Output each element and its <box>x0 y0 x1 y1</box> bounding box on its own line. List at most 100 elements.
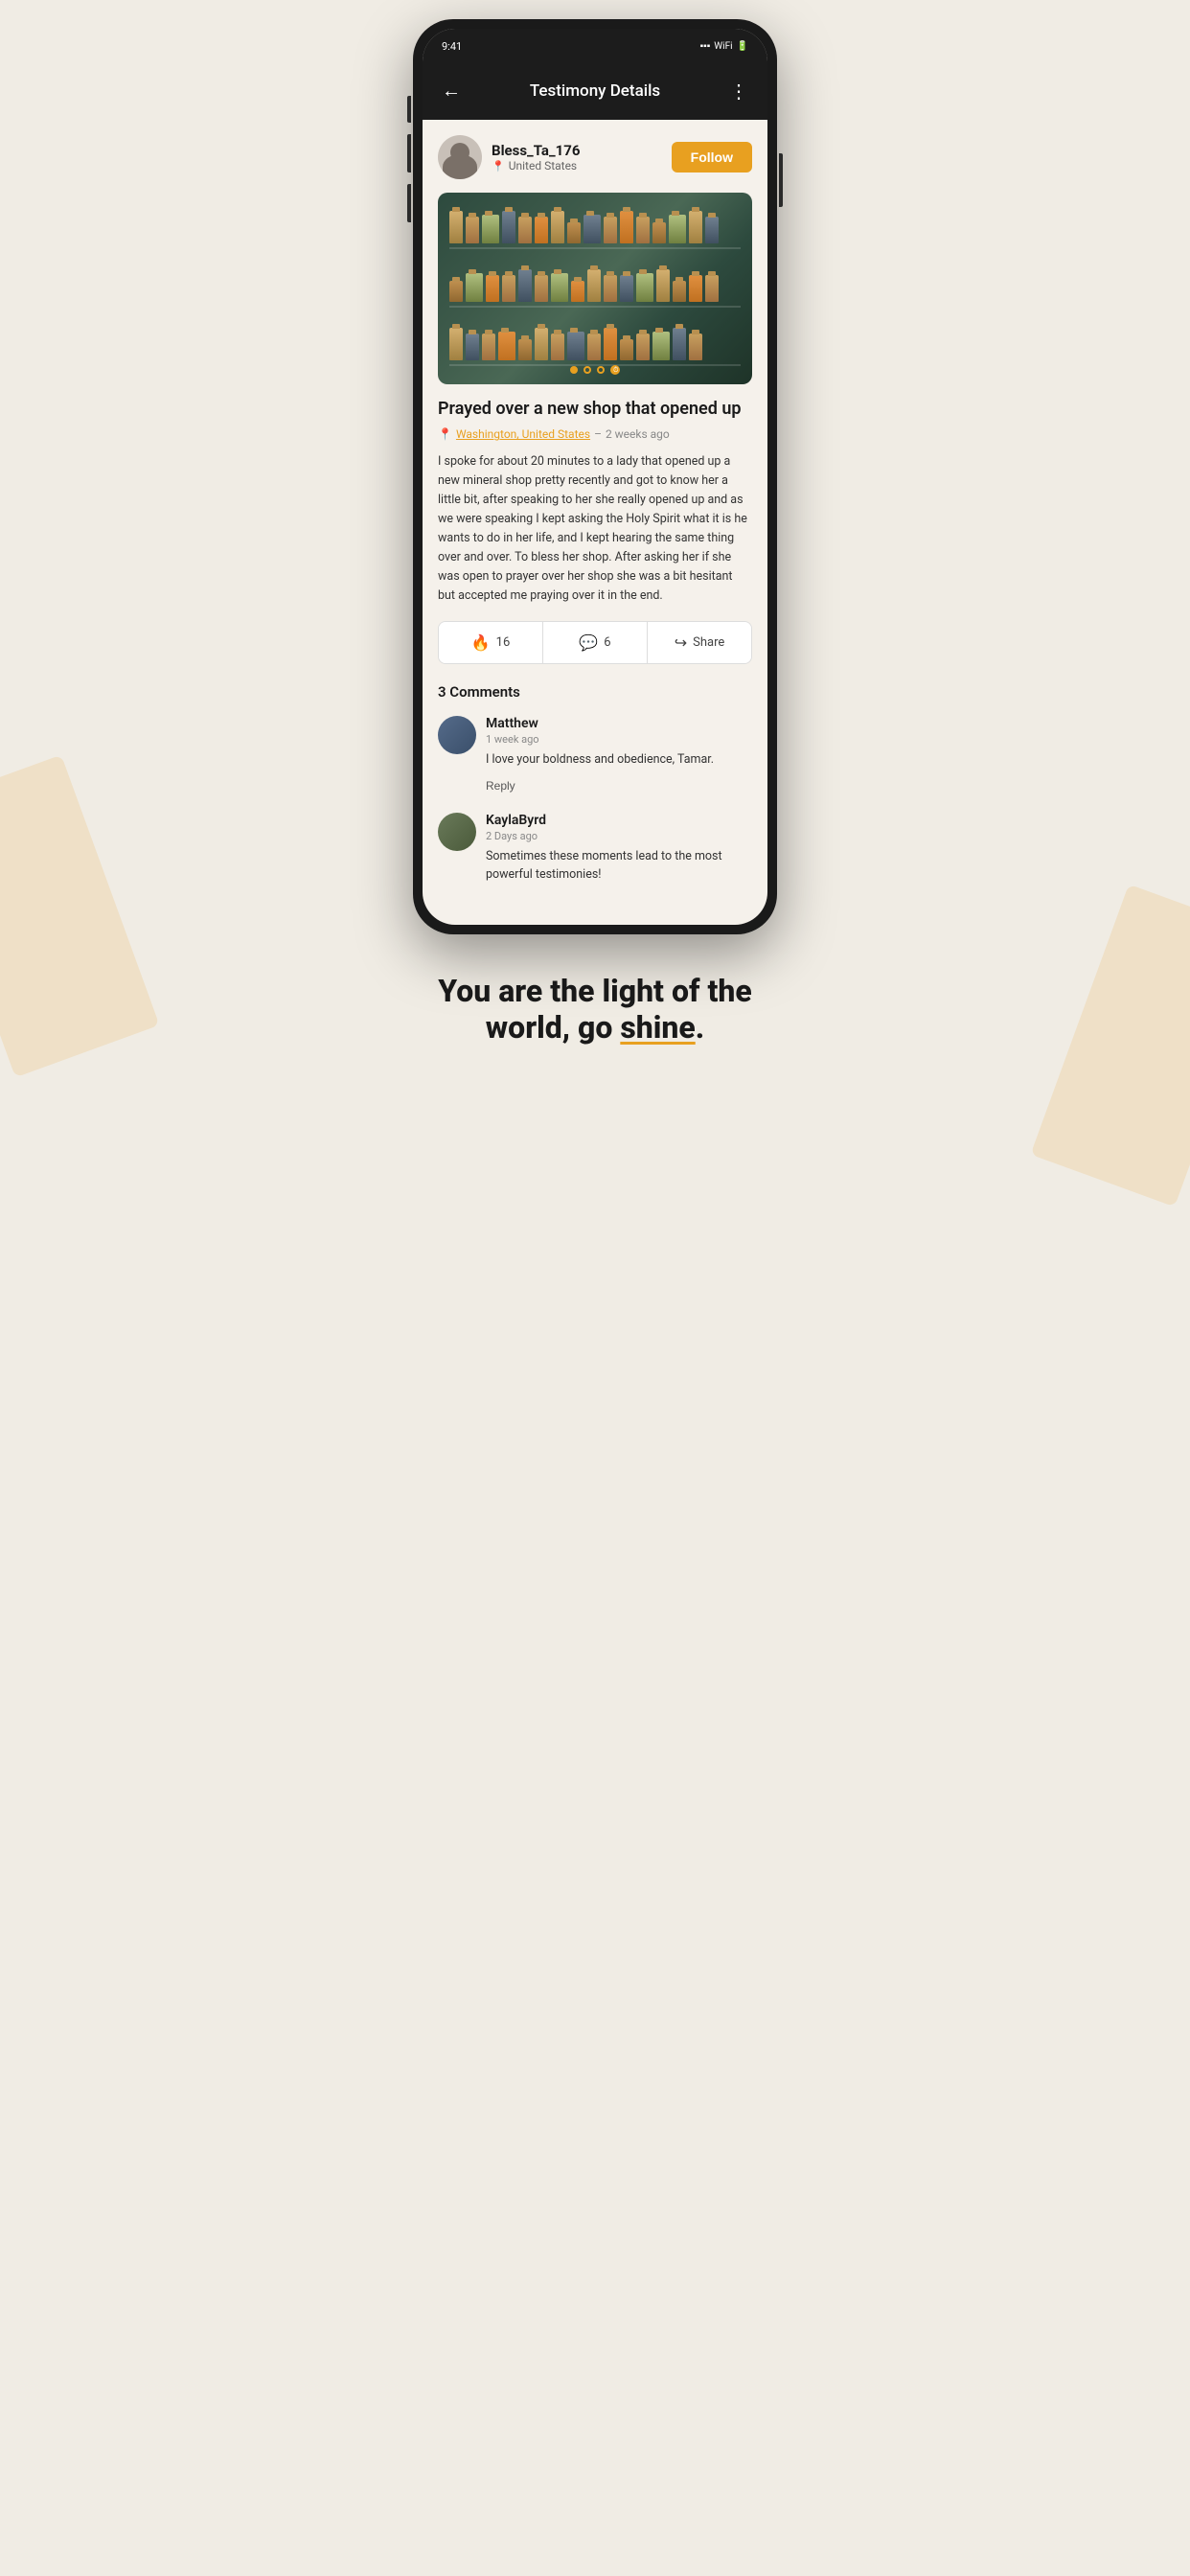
comments-title: 3 Comments <box>438 683 752 701</box>
avatar[interactable] <box>438 135 482 179</box>
more-options-button[interactable]: ⋮ <box>725 76 752 106</box>
bottle <box>652 332 670 360</box>
shelf-row-1 <box>449 211 741 249</box>
bottle <box>669 215 686 243</box>
bottle <box>518 339 532 360</box>
bottle <box>620 275 633 302</box>
bottle <box>620 339 633 360</box>
bottle <box>482 215 499 243</box>
quote-prefix: You are the light of the world, go <box>438 973 751 1046</box>
user-header: Bless_Ta_176 📍 United States Follow <box>438 135 752 179</box>
bottle <box>518 269 532 302</box>
bottle <box>689 275 702 302</box>
location-pin-icon: 📍 <box>492 160 505 172</box>
bottle <box>604 275 617 302</box>
bottle <box>498 332 515 360</box>
bottle <box>567 332 584 360</box>
bottle <box>535 328 548 360</box>
user-info: Bless_Ta_176 📍 United States <box>438 135 580 179</box>
bottle <box>567 222 581 243</box>
share-icon: ↪ <box>675 633 687 652</box>
comment-action[interactable]: 💬 6 <box>543 622 648 663</box>
comment-count: 6 <box>604 635 610 650</box>
comment-item: Matthew 1 week ago I love your boldness … <box>438 716 752 794</box>
side-button-volume-silent <box>407 96 411 123</box>
bottle <box>656 269 670 302</box>
bottle <box>551 273 568 302</box>
time-display: 9:41 <box>442 40 462 53</box>
comment-icon: 💬 <box>579 633 598 652</box>
bottle <box>689 334 702 360</box>
fire-action[interactable]: 🔥 16 <box>439 622 543 663</box>
side-button-power <box>779 153 783 207</box>
shelf-row-2 <box>449 269 741 308</box>
bottle <box>449 211 463 243</box>
time-ago: 2 weeks ago <box>606 427 670 441</box>
bottle <box>486 275 499 302</box>
time-separator: – <box>594 427 602 441</box>
shelf-row-3 <box>449 328 741 366</box>
comment-author-kayla: KaylaByrd <box>486 813 752 828</box>
bottle <box>584 215 601 243</box>
bottle <box>535 217 548 243</box>
battery-icon: 🔋 <box>737 41 748 52</box>
bottle <box>636 334 650 360</box>
bottle <box>636 217 650 243</box>
comment-text-kayla: Sometimes these moments lead to the most… <box>486 848 752 885</box>
bottle <box>466 334 479 360</box>
back-button[interactable]: ← <box>438 75 465 106</box>
testimony-image: ⏱ <box>438 193 752 384</box>
bottom-quote: You are the light of the world, go shine… <box>397 934 793 1094</box>
page-title: Testimony Details <box>476 81 714 101</box>
fire-count: 16 <box>496 635 511 650</box>
top-navigation: ← Testimony Details ⋮ <box>423 63 767 120</box>
bottle <box>551 334 564 360</box>
username[interactable]: Bless_Ta_176 <box>492 142 580 159</box>
phone-frame: 9:41 ▪▪▪ WiFi 🔋 ← Testimony Details ⋮ <box>413 19 777 934</box>
comment-time-kayla: 2 Days ago <box>486 830 752 842</box>
bottle <box>518 217 532 243</box>
bottle <box>571 281 584 302</box>
phone-screen: 9:41 ▪▪▪ WiFi 🔋 ← Testimony Details ⋮ <box>423 29 767 925</box>
dot-1 <box>570 366 578 374</box>
comment-content-matthew: Matthew 1 week ago I love your boldness … <box>486 716 752 794</box>
follow-button[interactable]: Follow <box>672 142 752 172</box>
side-button-volume-down <box>407 184 411 222</box>
bottle <box>587 269 601 302</box>
shelf-visual <box>438 193 752 384</box>
comment-avatar-img2 <box>438 813 476 851</box>
comment-item: KaylaByrd 2 Days ago Sometimes these mom… <box>438 813 752 890</box>
comment-time-matthew: 1 week ago <box>486 733 752 746</box>
testimony-location-link[interactable]: Washington, United States <box>456 427 590 441</box>
signal-icon: ▪▪▪ <box>700 41 711 52</box>
action-bar: 🔥 16 💬 6 ↪ Share <box>438 621 752 664</box>
comment-text-matthew: I love your boldness and obedience, Tama… <box>486 751 752 770</box>
status-bar: 9:41 ▪▪▪ WiFi 🔋 <box>423 29 767 63</box>
quote-highlight: shine <box>620 1009 695 1046</box>
share-action[interactable]: ↪ Share <box>648 622 751 663</box>
reply-button-matthew[interactable]: Reply <box>486 779 515 793</box>
bottle <box>636 273 653 302</box>
bottle <box>689 211 702 243</box>
bottle <box>449 281 463 302</box>
bottle <box>466 217 479 243</box>
bottle <box>502 275 515 302</box>
image-dots: ⏱ <box>570 365 620 375</box>
dot-4: ⏱ <box>610 365 620 375</box>
share-label: Share <box>693 635 724 650</box>
location-text: United States <box>509 159 577 172</box>
comment-avatar-kayla <box>438 813 476 851</box>
bottle <box>620 211 633 243</box>
quote-text: You are the light of the world, go shine… <box>420 973 770 1046</box>
testimony-title: Prayed over a new shop that opened up <box>438 398 752 420</box>
content-area: Bless_Ta_176 📍 United States Follow <box>423 120 767 664</box>
bottle <box>449 328 463 360</box>
bottle <box>551 211 564 243</box>
bottle <box>587 334 601 360</box>
location-time: 📍 Washington, United States – 2 weeks ag… <box>438 427 752 441</box>
bottle <box>673 328 686 360</box>
dot-2 <box>584 366 591 374</box>
location-red-pin-icon: 📍 <box>438 427 452 441</box>
fire-icon: 🔥 <box>471 633 491 652</box>
comments-section: 3 Comments Matthew 1 week ago I love you… <box>423 683 767 924</box>
